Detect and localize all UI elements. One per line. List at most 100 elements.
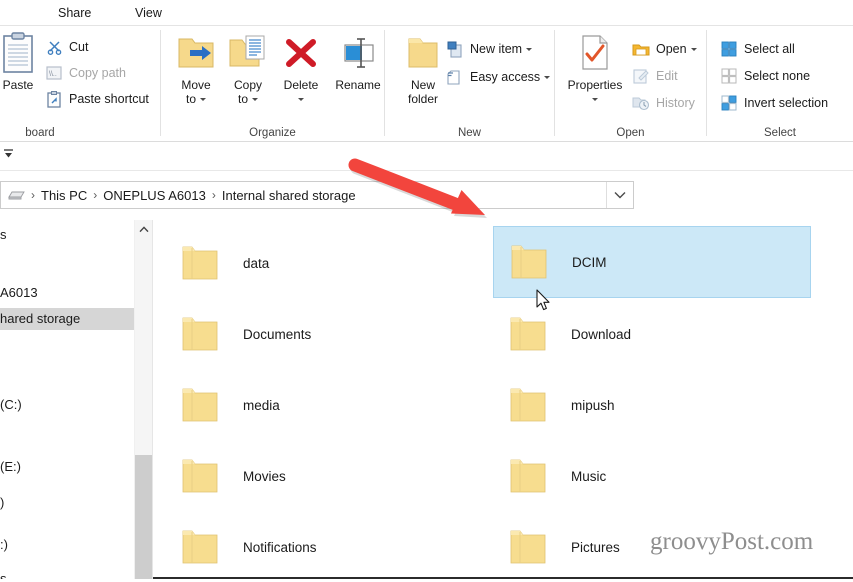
group-label-select: Select: [764, 127, 796, 139]
move-to-button-label: Move: [181, 78, 211, 92]
select-none-button-label: Select none: [744, 69, 811, 83]
chevron-down-icon[interactable]: [690, 47, 697, 51]
paste-shortcut-button[interactable]: Paste shortcut: [44, 88, 149, 110]
history-button-label: History: [656, 96, 695, 110]
list-item[interactable]: Documents: [165, 298, 495, 370]
tab-share[interactable]: Share: [48, 0, 101, 26]
folder-icon: [171, 305, 227, 363]
chevron-up-icon[interactable]: [135, 220, 153, 238]
list-item[interactable]: mipush: [493, 369, 811, 441]
breadcrumb-device[interactable]: ONEPLUS A6013: [99, 188, 210, 203]
cut-button[interactable]: Cut: [44, 36, 88, 58]
list-item-label: Documents: [243, 326, 312, 342]
ribbon-group-new: New folder New item Easy access New: [385, 26, 554, 142]
new-folder-button[interactable]: New folder: [395, 30, 451, 118]
list-item-label: Pictures: [571, 539, 620, 555]
list-item-label: DCIM: [572, 254, 607, 270]
new-folder-button-label: New: [410, 78, 435, 92]
list-item[interactable]: Download: [493, 298, 811, 370]
nav-item-0[interactable]: s: [0, 224, 134, 246]
folder-icon: [500, 233, 556, 291]
properties-button[interactable]: Properties: [563, 30, 627, 118]
open-folder-icon: [631, 40, 651, 58]
select-all-icon: [719, 40, 739, 58]
nav-item-internal-shared-storage[interactable]: hared storage: [0, 308, 134, 330]
easy-access-icon: [445, 68, 465, 86]
open-button[interactable]: Open: [631, 38, 697, 60]
copy-to-button[interactable]: Copy to: [220, 30, 276, 118]
folder-icon: [171, 376, 227, 434]
rename-button[interactable]: Rename: [325, 30, 391, 118]
chevron-down-icon[interactable]: [526, 47, 533, 51]
list-item[interactable]: Movies: [165, 440, 495, 512]
chevron-down-icon[interactable]: [606, 182, 633, 208]
address-row: › This PC › ONEPLUS A6013 › Internal sha…: [0, 171, 853, 380]
copy-path-button-label: Copy path: [69, 66, 126, 80]
list-item[interactable]: Notifications: [165, 511, 495, 579]
folder-icon: [499, 305, 555, 363]
invert-selection-icon: [719, 94, 739, 112]
copy-path-button[interactable]: \\.. Copy path: [44, 62, 126, 84]
computer-icon: [7, 188, 27, 202]
select-none-button[interactable]: Select none: [719, 65, 810, 87]
new-item-button-label: New item: [470, 42, 523, 56]
delete-button[interactable]: Delete: [273, 30, 329, 118]
folder-icon: [499, 518, 555, 576]
copy-to-button-label2: to: [237, 92, 248, 106]
breadcrumb-internal-shared-storage[interactable]: Internal shared storage: [218, 188, 360, 203]
list-item-label: Movies: [243, 468, 286, 484]
list-item[interactable]: media: [165, 369, 495, 441]
crumb-separator: ›: [93, 188, 98, 202]
scrollbar-thumb[interactable]: [135, 455, 153, 579]
nav-item-drive-e[interactable]: (E:): [0, 456, 134, 478]
copy-to-icon: [227, 30, 269, 76]
nav-item-5[interactable]: ): [0, 492, 134, 514]
chevron-down-icon[interactable]: [298, 98, 304, 102]
properties-icon: [578, 30, 612, 76]
file-explorer-window: Share View Paste Cut \\.. Copy path Past…: [0, 0, 853, 582]
nav-item-6[interactable]: :): [0, 534, 134, 556]
ribbon-group-organize: Move to Copy to Delete Rename Organize: [161, 26, 384, 142]
address-bar[interactable]: › This PC › ONEPLUS A6013 › Internal sha…: [0, 181, 634, 209]
properties-button-label: Properties: [567, 78, 623, 92]
move-to-button[interactable]: Move to: [168, 30, 224, 118]
invert-selection-button-label: Invert selection: [744, 96, 829, 110]
new-item-button[interactable]: New item: [445, 38, 533, 60]
svg-text:\\..: \\..: [49, 71, 57, 78]
tab-view[interactable]: View: [125, 0, 172, 26]
list-item-label: media: [243, 397, 280, 413]
paste-button[interactable]: Paste: [0, 30, 46, 118]
ribbon-group-open: Properties Open Edit History Open: [555, 26, 706, 142]
chevron-down-icon[interactable]: [544, 75, 551, 79]
invert-selection-button[interactable]: Invert selection: [719, 92, 828, 114]
navigation-pane-scrollbar[interactable]: [134, 220, 153, 579]
list-item[interactable]: data: [165, 227, 495, 299]
chevron-down-icon[interactable]: [200, 98, 206, 102]
list-item-label: Music: [571, 468, 607, 484]
scissors-icon: [44, 38, 64, 56]
select-all-button[interactable]: Select all: [719, 38, 795, 60]
chevron-down-icon[interactable]: [592, 98, 598, 102]
easy-access-button[interactable]: Easy access: [445, 66, 551, 88]
breadcrumb-this-pc[interactable]: This PC: [37, 188, 91, 203]
navigation-pane[interactable]: s A6013 hared storage (C:) (E:) ) :) s: [0, 220, 134, 579]
quick-access-toolbar-row: [0, 142, 853, 170]
list-item-label: mipush: [571, 397, 615, 413]
rename-icon: [335, 30, 381, 76]
history-button[interactable]: History: [631, 92, 695, 114]
edit-button[interactable]: Edit: [631, 65, 678, 87]
cut-button-label: Cut: [69, 40, 89, 54]
nav-item-drive-c[interactable]: (C:): [0, 394, 134, 416]
watermark: groovyPost.com: [650, 528, 814, 555]
nav-item-7[interactable]: s: [0, 568, 134, 579]
list-item[interactable]: Music: [493, 440, 811, 512]
chevron-down-icon[interactable]: [252, 98, 258, 102]
folder-icon: [171, 447, 227, 505]
open-button-label: Open: [656, 42, 687, 56]
delete-icon: [281, 30, 321, 76]
quick-access-dropdown-icon[interactable]: [2, 148, 16, 163]
file-list-pane[interactable]: data Documents media Movies Notification…: [153, 220, 853, 579]
list-item-selected[interactable]: DCIM: [493, 226, 811, 298]
list-item-label: Download: [571, 326, 632, 342]
nav-item-device[interactable]: A6013: [0, 282, 134, 304]
